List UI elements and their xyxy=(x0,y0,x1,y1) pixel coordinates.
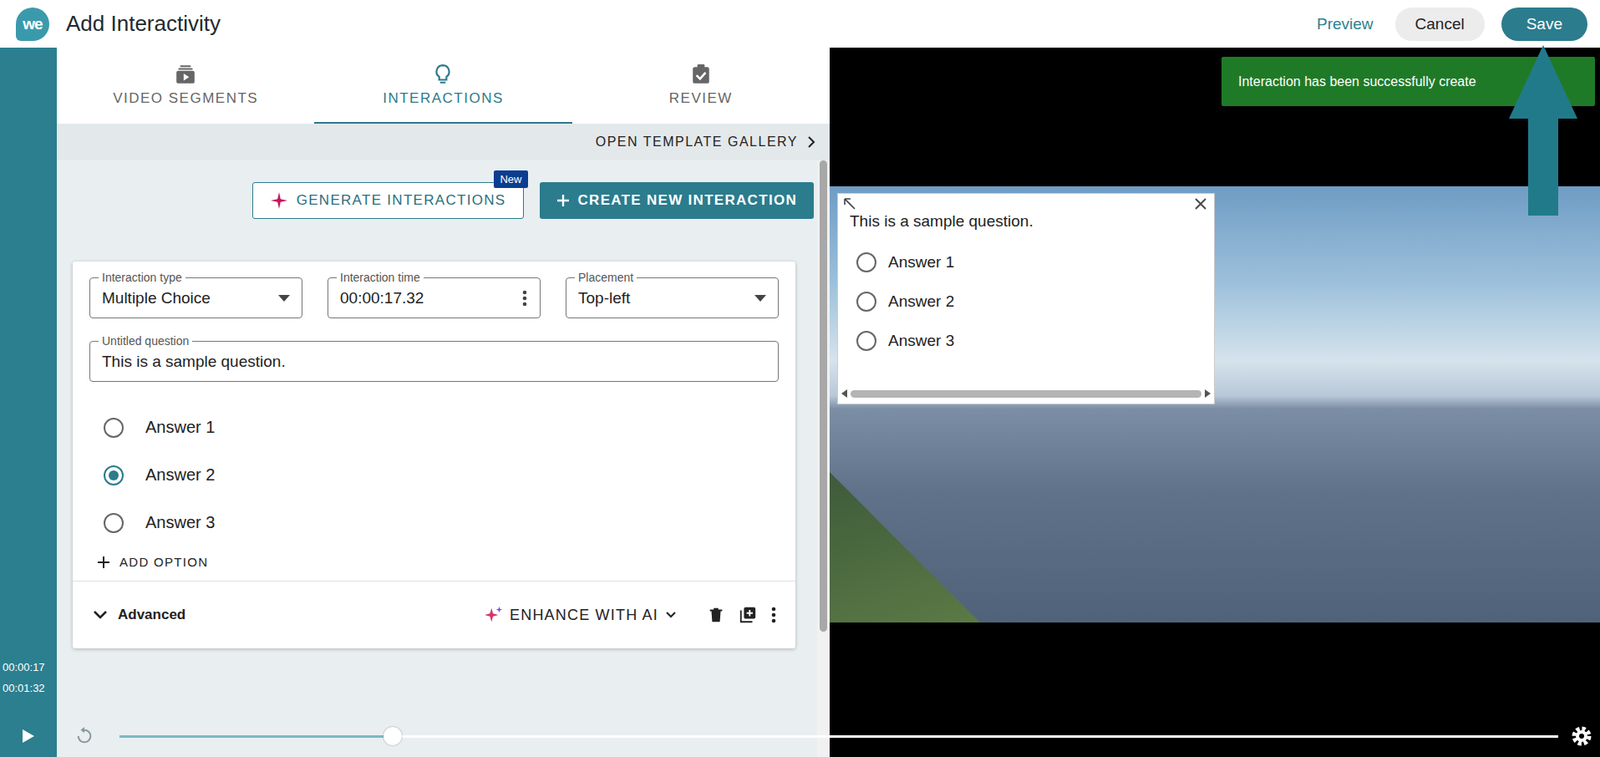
timeline-thumb[interactable] xyxy=(383,726,402,746)
video-land xyxy=(829,472,981,623)
editor-panel: VIDEO SEGMENTS INTERACTIONS REVIEW OPEN TE… xyxy=(56,47,830,757)
field-label: Placement xyxy=(574,270,637,285)
player-controls xyxy=(0,715,1600,757)
sparkle-icon xyxy=(484,605,503,625)
create-interaction-button[interactable]: CREATE NEW INTERACTION xyxy=(539,182,815,219)
tab-bar: VIDEO SEGMENTS INTERACTIONS REVIEW xyxy=(56,47,830,124)
add-option-button[interactable]: ADD OPTION xyxy=(89,546,779,581)
vertical-scrollbar[interactable] xyxy=(817,160,830,757)
lightbulb-icon xyxy=(431,63,454,86)
answer-option[interactable]: Answer 1 xyxy=(89,403,779,452)
answer-label[interactable]: Answer 3 xyxy=(888,331,955,351)
timeline-progress xyxy=(119,735,393,738)
radio-button[interactable] xyxy=(856,330,877,351)
close-icon[interactable] xyxy=(1193,197,1208,211)
timeline-strip: 00:00:17 00:01:32 xyxy=(0,47,57,757)
video-preview: This is a sample question. Answer 1 Answe… xyxy=(829,47,1600,757)
new-badge: New xyxy=(493,170,528,188)
dropdown-caret-icon xyxy=(754,294,767,302)
duplicate-icon[interactable] xyxy=(738,605,757,625)
answer-label[interactable]: Answer 1 xyxy=(145,417,215,437)
field-value[interactable]: 00:00:17.32 xyxy=(340,289,522,308)
answer-label[interactable]: Answer 2 xyxy=(145,465,215,485)
video-frame: This is a sample question. Answer 1 Answe… xyxy=(829,186,1600,623)
question-label: Untitled question xyxy=(98,334,193,348)
header-button[interactable]: Cancel xyxy=(1395,7,1485,41)
scroll-thumb[interactable] xyxy=(819,160,828,632)
play-icon[interactable] xyxy=(21,728,36,744)
field-label: Interaction time xyxy=(336,270,424,285)
trash-icon[interactable] xyxy=(706,605,726,625)
header-actions: Preview Cancel Save xyxy=(1311,7,1588,41)
plus-icon xyxy=(97,556,110,569)
caret-down-icon xyxy=(665,610,677,620)
toast-message: Interaction has been successfully create xyxy=(1238,74,1477,90)
duration: 00:01:32 xyxy=(0,677,57,699)
overlay-question: This is a sample question. xyxy=(838,193,1214,231)
template-gallery-link[interactable]: OPEN TEMPLATE GALLERY xyxy=(56,123,830,161)
enhance-label[interactable]: ENHANCE WITH AI xyxy=(509,606,659,625)
tab-label[interactable]: REVIEW xyxy=(669,90,733,107)
annotation-arrow-icon xyxy=(1507,43,1580,218)
radio-button[interactable] xyxy=(103,465,124,486)
current-time: 00:00:17 xyxy=(0,656,57,678)
tab-label[interactable]: VIDEO SEGMENTS xyxy=(112,90,259,107)
app-header: we Add Interactivity Preview Cancel Save xyxy=(0,0,1600,48)
field-value[interactable]: Multiple Choice xyxy=(101,289,279,308)
radio-button[interactable] xyxy=(856,291,877,312)
radio-button[interactable] xyxy=(103,417,124,438)
answer-label[interactable]: Answer 1 xyxy=(888,253,955,272)
tab[interactable]: REVIEW xyxy=(572,47,830,124)
field-label: Interaction type xyxy=(98,270,186,285)
header-button[interactable]: Save xyxy=(1501,7,1588,41)
answer-option[interactable]: Answer 2 xyxy=(856,281,1214,321)
answer-option[interactable]: Answer 1 xyxy=(856,242,1214,282)
tab-label[interactable]: INTERACTIONS xyxy=(382,90,504,107)
create-label[interactable]: CREATE NEW INTERACTION xyxy=(578,192,798,209)
answer-label[interactable]: Answer 2 xyxy=(888,292,955,311)
interaction-field[interactable]: PlacementTop-left xyxy=(565,277,779,319)
question-value[interactable]: This is a sample question. xyxy=(101,352,767,371)
gallery-label[interactable]: OPEN TEMPLATE GALLERY xyxy=(595,134,798,150)
scroll-right-icon[interactable] xyxy=(1203,389,1211,398)
radio-button[interactable] xyxy=(103,513,124,534)
resize-arrow-icon[interactable] xyxy=(843,197,857,211)
generate-label[interactable]: GENERATE INTERACTIONS xyxy=(296,192,507,209)
header-button[interactable]: Preview xyxy=(1311,7,1379,41)
logo[interactable]: we xyxy=(15,7,50,41)
answer-option[interactable]: Answer 3 xyxy=(856,320,1214,361)
sparkle-icon xyxy=(269,191,289,210)
timeline-slider[interactable] xyxy=(119,735,1559,738)
interaction-overlay[interactable]: This is a sample question. Answer 1 Answe… xyxy=(837,193,1215,405)
chevron-down-icon[interactable] xyxy=(92,609,108,620)
radio-button[interactable] xyxy=(856,252,877,273)
interaction-card: Interaction typeMultiple ChoiceInteracti… xyxy=(72,261,796,649)
kebab-menu-icon[interactable] xyxy=(770,605,778,625)
answer-label[interactable]: Answer 3 xyxy=(145,513,215,533)
plus-icon xyxy=(556,193,570,208)
scroll-thumb[interactable] xyxy=(850,390,1202,398)
kebab-menu-icon xyxy=(521,289,529,308)
enhance-with-ai-button[interactable]: ENHANCE WITH AI xyxy=(484,605,677,625)
clipboard-check-icon xyxy=(690,63,712,86)
replay-icon[interactable] xyxy=(75,726,94,746)
add-option-label[interactable]: ADD OPTION xyxy=(119,554,209,569)
scroll-left-icon[interactable] xyxy=(841,389,849,398)
gear-icon[interactable] xyxy=(1570,725,1593,747)
tab[interactable]: VIDEO SEGMENTS xyxy=(56,47,315,124)
page-title: Add Interactivity xyxy=(66,10,221,37)
interaction-field[interactable]: Interaction time00:00:17.32 xyxy=(327,277,541,319)
dropdown-caret-icon xyxy=(278,294,290,302)
question-field[interactable]: Untitled question This is a sample quest… xyxy=(89,340,779,382)
horizontal-scrollbar[interactable] xyxy=(841,388,1211,399)
answer-option[interactable]: Answer 3 xyxy=(89,498,779,547)
answer-option[interactable]: Answer 2 xyxy=(89,451,779,499)
interaction-field[interactable]: Interaction typeMultiple Choice xyxy=(89,277,303,319)
generate-interactions-button[interactable]: GENERATE INTERACTIONS New xyxy=(252,182,524,219)
advanced-toggle[interactable]: Advanced xyxy=(117,606,186,624)
tab[interactable]: INTERACTIONS xyxy=(314,47,572,124)
video-segments-icon xyxy=(174,63,197,86)
field-value[interactable]: Top-left xyxy=(578,289,755,308)
chevron-right-icon xyxy=(806,136,817,148)
